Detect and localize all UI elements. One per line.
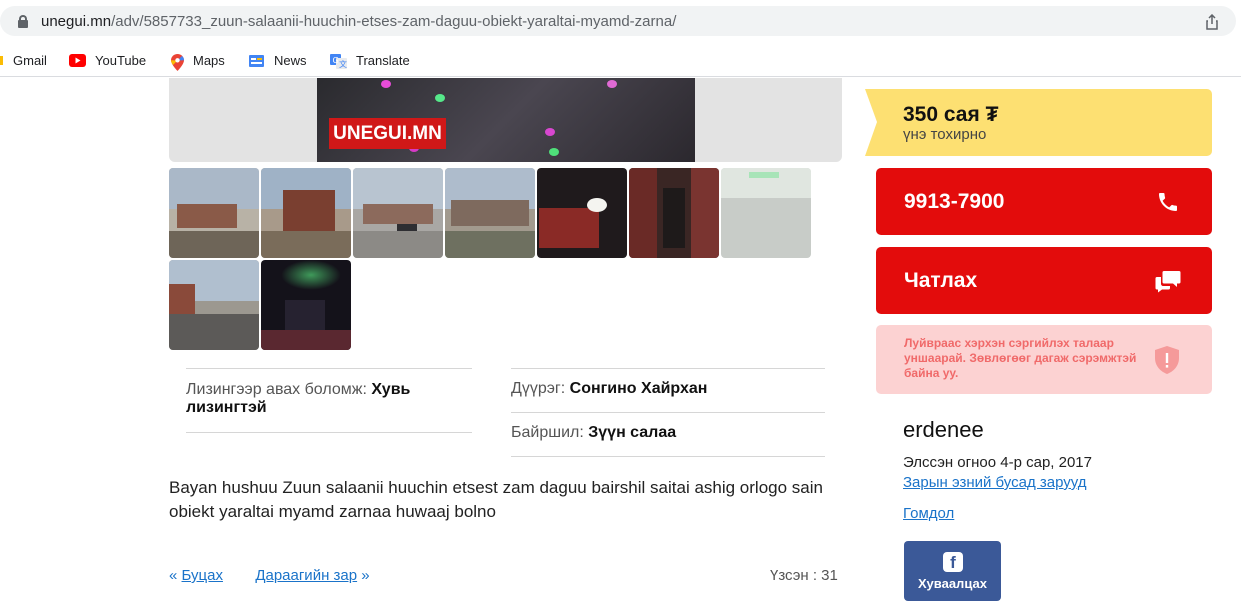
report-link[interactable]: Гомдол: [903, 505, 954, 522]
maps-icon: [171, 53, 184, 71]
ad-navigation: « Буцах Дараагийн зар »: [169, 567, 370, 584]
location-value: Зүүн салаа: [588, 424, 677, 441]
browser-address-bar: unegui.mn/adv/5857733_zuun-salaanii-huuc…: [0, 0, 1241, 42]
bookmark-gmail[interactable]: Gmail: [0, 51, 47, 69]
district-row: Дүүрэг: Сонгино Хайрхан: [511, 368, 825, 412]
fraud-warning-text: Луйврааc хэрхэн сэргийлэх талаар уншаара…: [904, 336, 1137, 380]
youtube-icon: [69, 53, 86, 67]
view-count: Үзсэн : 31: [770, 567, 838, 584]
district-value: Сонгино Хайрхан: [569, 380, 708, 397]
news-icon: [248, 54, 265, 67]
bookmark-youtube[interactable]: YouTube: [69, 51, 146, 69]
shield-icon: [1155, 346, 1179, 374]
thumbnail-3[interactable]: [353, 168, 443, 258]
facebook-share-button[interactable]: f Хуваалцах: [904, 541, 1001, 601]
share-label: Хуваалцах: [918, 576, 987, 591]
url-field[interactable]: unegui.mn/adv/5857733_zuun-salaanii-huuc…: [0, 6, 1236, 36]
bookmark-news[interactable]: News: [248, 51, 307, 69]
translate-icon: G文: [330, 53, 347, 69]
svg-text:G: G: [333, 56, 339, 65]
thumbnail-6[interactable]: [629, 168, 719, 258]
thumbnail-4[interactable]: [445, 168, 535, 258]
phone-number: 9913-7900: [904, 190, 1005, 213]
chat-icon: [1155, 271, 1181, 293]
thumbnail-1[interactable]: [169, 168, 259, 258]
price-note: үнэ тохирно: [903, 126, 987, 143]
ad-description: Bayan hushuu Zuun salaanii huuchin etses…: [169, 478, 823, 521]
url-text[interactable]: unegui.mn/adv/5857733_zuun-salaanii-huuc…: [41, 13, 676, 30]
thumbnail-5[interactable]: [537, 168, 627, 258]
location-label: Байршил:: [511, 424, 584, 441]
call-button[interactable]: 9913-7900: [876, 168, 1212, 235]
bookmark-translate[interactable]: G文 Translate: [330, 51, 410, 69]
seller-other-ads-link[interactable]: Зарын эзний бусад зарууд: [903, 474, 1087, 491]
next-ad-link[interactable]: Дараагийн зар »: [255, 567, 369, 584]
svg-text:文: 文: [339, 59, 347, 69]
leasing-label: Лизингээр авах боломж:: [186, 381, 367, 398]
phone-icon: [1159, 193, 1177, 211]
facebook-icon: f: [943, 552, 963, 572]
thumbnail-9[interactable]: [261, 260, 351, 350]
bookmark-maps[interactable]: Maps: [171, 51, 225, 71]
chat-label: Чатлах: [904, 269, 978, 292]
chat-button[interactable]: Чатлах: [876, 247, 1212, 314]
back-link[interactable]: « Буцах: [169, 567, 223, 584]
thumbnail-8[interactable]: [169, 260, 259, 350]
price-tag: 350 сая ₮ үнэ тохирно: [865, 89, 1212, 156]
thumbnail-2[interactable]: [261, 168, 351, 258]
price-value: 350 сая ₮: [903, 103, 999, 126]
leasing-info: Лизингээр авах боломж: Хувь лизингтэй: [186, 368, 472, 433]
seller-name: erdenee: [903, 417, 984, 442]
main-image-frame: UNEGUI.MN: [169, 78, 842, 162]
location-info: Дүүрэг: Сонгино Хайрхан Байршил: Зүүн са…: [511, 368, 825, 457]
main-photo[interactable]: UNEGUI.MN: [317, 78, 695, 162]
share-icon[interactable]: [1204, 14, 1220, 30]
lock-icon[interactable]: [18, 15, 28, 28]
bookmarks-bar: Gmail YouTube Maps News G文 Translate: [0, 42, 1241, 77]
fraud-warning[interactable]: Луйврааc хэрхэн сэргийлэх талаар уншаара…: [876, 325, 1212, 394]
thumbnail-7[interactable]: [721, 168, 811, 258]
seller-joined-date: Элссэн огноо 4-р сар, 2017: [903, 454, 1092, 471]
site-watermark: UNEGUI.MN: [329, 118, 446, 149]
district-label: Дүүрэг:: [511, 380, 566, 397]
location-row: Байршил: Зүүн салаа: [511, 412, 825, 457]
gmail-icon: [0, 54, 4, 67]
